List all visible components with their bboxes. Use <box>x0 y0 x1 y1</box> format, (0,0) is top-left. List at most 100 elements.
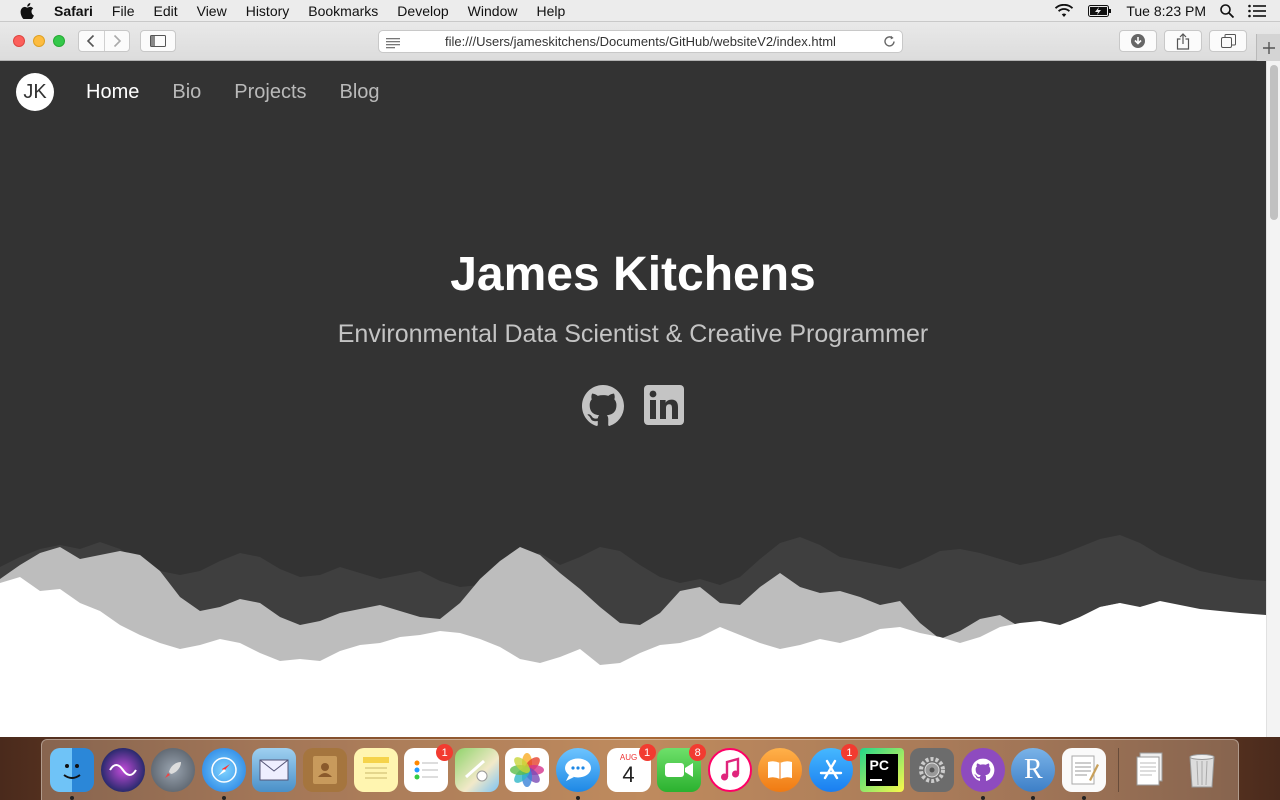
r-icon: R <box>1023 754 1043 785</box>
nav-link-bio[interactable]: Bio <box>172 81 201 104</box>
show-all-tabs-button[interactable] <box>1209 30 1247 52</box>
menu-window[interactable]: Window <box>468 3 518 19</box>
dock-facetime[interactable]: 8 <box>657 744 707 792</box>
menu-develop[interactable]: Develop <box>397 3 448 19</box>
site-nav-links: Home Bio Projects Blog <box>86 81 413 104</box>
sidebar-icon <box>150 35 166 47</box>
dock-reminders[interactable]: 1 <box>404 744 454 792</box>
scrollbar-thumb[interactable] <box>1270 65 1278 220</box>
dock-github-desktop[interactable] <box>960 748 1005 800</box>
menu-edit[interactable]: Edit <box>153 3 177 19</box>
dock-app-store[interactable]: 1 <box>808 744 858 792</box>
github-desktop-icon <box>971 758 995 781</box>
dock-notes[interactable] <box>353 748 398 792</box>
facetime-badge: 8 <box>689 744 707 761</box>
music-note-icon <box>720 757 739 781</box>
window-close-button[interactable] <box>13 35 25 47</box>
dock-r[interactable]: R <box>1011 748 1056 800</box>
window-minimize-button[interactable] <box>33 35 45 47</box>
finder-icon <box>63 764 81 779</box>
sidebar-toggle-button[interactable] <box>140 30 176 52</box>
dock-launchpad[interactable] <box>151 748 196 792</box>
site-navbar: JK Home Bio Projects Blog <box>0 61 1266 123</box>
download-icon <box>1131 34 1145 48</box>
hero-title: James Kitchens <box>450 248 816 301</box>
app-store-badge: 1 <box>840 744 858 761</box>
apple-icon[interactable] <box>20 2 38 19</box>
dock-calendar[interactable]: AUG 4 1 <box>606 744 656 792</box>
menu-bookmarks[interactable]: Bookmarks <box>308 3 378 19</box>
dock-pycharm[interactable]: PC <box>859 748 904 792</box>
share-button[interactable] <box>1164 30 1202 52</box>
back-button[interactable] <box>79 31 104 51</box>
mail-icon <box>259 759 289 781</box>
forward-button[interactable] <box>103 31 129 51</box>
nav-link-projects[interactable]: Projects <box>234 81 306 104</box>
dock-maps[interactable] <box>454 748 499 792</box>
menu-bar: Safari File Edit View History Bookmarks … <box>0 0 1280 22</box>
menu-view[interactable]: View <box>197 3 227 19</box>
menu-file[interactable]: File <box>112 3 135 19</box>
page-scrollbar[interactable] <box>1266 61 1280 737</box>
dock-photos[interactable] <box>505 748 550 792</box>
pycharm-underline <box>869 779 882 781</box>
dock-contacts[interactable] <box>302 748 347 792</box>
running-indicator <box>1081 796 1086 800</box>
browser-toolbar: file:///Users/jameskitchens/Documents/Gi… <box>0 22 1280 61</box>
dock-itunes[interactable] <box>707 748 752 792</box>
wifi-icon[interactable] <box>1054 4 1074 18</box>
battery-icon[interactable] <box>1088 5 1112 17</box>
hero-subtitle: Environmental Data Scientist & Creative … <box>337 320 929 348</box>
running-indicator <box>575 796 580 800</box>
photos-icon <box>510 753 545 787</box>
history-nav-group <box>78 30 130 52</box>
running-indicator <box>980 796 985 800</box>
menu-help[interactable]: Help <box>536 3 565 19</box>
mountain-illustration <box>0 535 1266 737</box>
calendar-badge: 1 <box>638 744 656 761</box>
documents-folder-icon <box>1136 752 1163 786</box>
social-links <box>0 385 1266 432</box>
dock-finder[interactable] <box>50 748 94 800</box>
notes-icon <box>362 757 389 779</box>
video-camera-icon <box>665 763 694 777</box>
contacts-icon <box>312 756 337 784</box>
reader-view-icon[interactable] <box>386 36 401 54</box>
dock-mail[interactable] <box>252 748 297 792</box>
url-text[interactable]: file:///Users/jameskitchens/Documents/Gi… <box>379 34 902 49</box>
siri-icon <box>108 764 137 776</box>
dock-safari[interactable] <box>201 748 246 800</box>
dock-documents-stack[interactable] <box>1129 748 1173 792</box>
dock-ibooks[interactable] <box>758 748 803 792</box>
plus-icon <box>1262 41 1275 54</box>
menu-history[interactable]: History <box>246 3 290 19</box>
github-icon <box>582 385 624 426</box>
address-bar[interactable]: file:///Users/jameskitchens/Documents/Gi… <box>378 30 903 53</box>
downloads-button[interactable] <box>1119 30 1157 52</box>
nav-link-home[interactable]: Home <box>86 81 139 104</box>
chat-bubble-icon <box>564 758 591 781</box>
maps-icon <box>464 759 488 782</box>
github-link[interactable] <box>582 385 624 432</box>
notification-center-icon[interactable] <box>1248 4 1266 18</box>
running-indicator <box>221 796 226 800</box>
reload-icon[interactable] <box>883 35 896 53</box>
dock: 1 AUG 4 1 8 1 PC R <box>41 739 1239 800</box>
nav-link-blog[interactable]: Blog <box>340 81 380 104</box>
reminders-icon <box>414 760 439 780</box>
share-icon <box>1176 32 1190 50</box>
rocket-icon <box>165 762 182 778</box>
dock-trash[interactable] <box>1180 748 1224 792</box>
dock-messages[interactable] <box>555 748 600 800</box>
menu-clock[interactable]: Tue 8:23 PM <box>1126 3 1206 19</box>
dock-textedit[interactable] <box>1061 748 1106 800</box>
dock-siri[interactable] <box>100 748 145 792</box>
site-logo[interactable]: JK <box>16 73 54 111</box>
linkedin-link[interactable] <box>644 385 684 432</box>
dock-system-preferences[interactable] <box>910 748 955 792</box>
dock-separator <box>1118 748 1120 792</box>
new-tab-button[interactable] <box>1256 34 1280 61</box>
menu-app-name[interactable]: Safari <box>54 3 93 19</box>
spotlight-icon[interactable] <box>1220 4 1234 18</box>
window-zoom-button[interactable] <box>53 35 65 47</box>
